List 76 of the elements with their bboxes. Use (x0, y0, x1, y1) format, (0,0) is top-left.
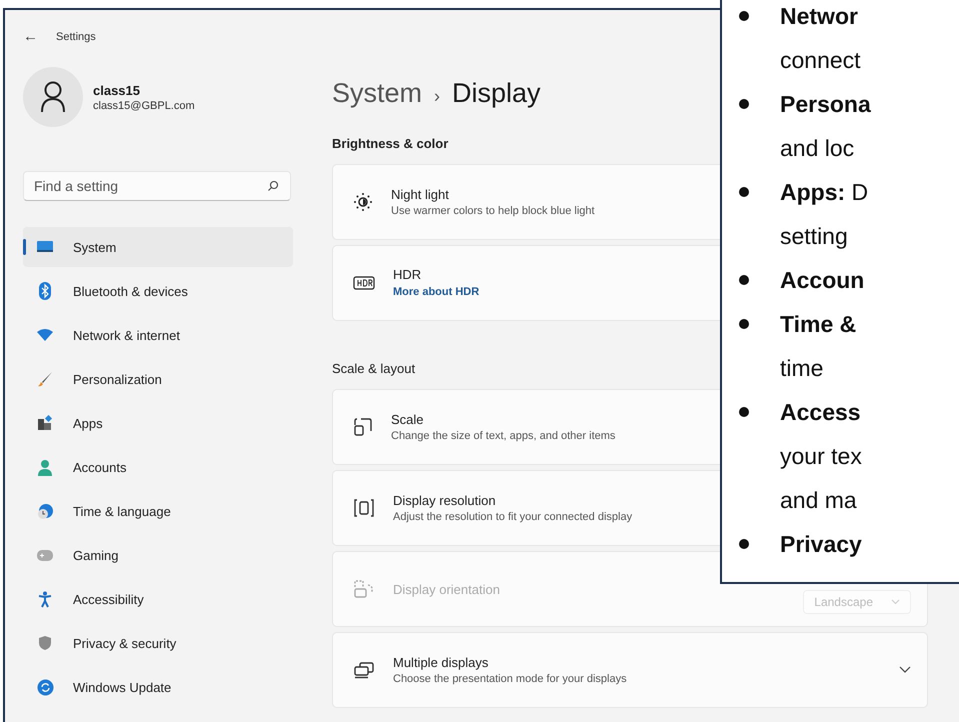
note-text: your tex (780, 442, 863, 471)
sidebar-item[interactable]: Network & internet (23, 315, 293, 355)
bullet-icon (739, 275, 749, 285)
setting-card[interactable]: Scale Change the size of text, apps, and other items (332, 389, 720, 465)
setting-description: Adjust the resolution to fit your connected display (393, 511, 632, 523)
setting-card[interactable]: HDR More about HDR (332, 245, 720, 321)
more-link[interactable]: More about HDR (393, 286, 480, 298)
accessibility-icon (38, 590, 52, 608)
brightness-icon (353, 192, 373, 212)
note-text: Apps: D (780, 178, 870, 207)
bullet-icon (739, 319, 749, 329)
bullet-icon (739, 11, 749, 21)
setting-card[interactable]: Multiple displays Choose the presentation mode for your displays (332, 632, 928, 708)
scale-icon (353, 417, 373, 437)
search-icon (267, 180, 279, 192)
note-text: Time & (780, 310, 858, 339)
sidebar-item[interactable]: Personalization (23, 359, 293, 399)
setting-description: Choose the presentation mode for your displays (393, 673, 627, 685)
wifi-icon (36, 328, 54, 342)
back-arrow[interactable]: ← (23, 28, 38, 45)
bluetooth-icon (38, 282, 52, 300)
bullet-icon (739, 407, 749, 417)
setting-title: Multiple displays (393, 655, 488, 670)
shield-icon (38, 635, 52, 651)
setting-card[interactable]: Night light Use warmer colors to help block blue light (332, 164, 720, 240)
note-text: Accoun (780, 266, 866, 295)
sidebar-item[interactable]: Apps (23, 403, 293, 443)
chevron-down-icon[interactable] (899, 666, 911, 674)
section-heading: Brightness & color (332, 136, 448, 151)
note-text: connect (780, 46, 862, 75)
setting-title: HDR (393, 266, 422, 282)
section-heading: Scale & layout (332, 361, 416, 376)
window-title: Settings (56, 30, 96, 42)
sidebar-item[interactable]: Bluetooth & devices (23, 271, 293, 311)
note-text: setting (780, 222, 849, 251)
setting-title: Display orientation (393, 582, 500, 596)
apps-icon (37, 415, 53, 431)
sidebar-item[interactable]: Time & language (23, 491, 293, 531)
gamepad-icon (36, 548, 54, 562)
bullet-icon (739, 99, 749, 109)
sidebar-item[interactable]: System (23, 227, 293, 267)
update-icon (36, 678, 54, 696)
bullet-icon (739, 539, 749, 549)
setting-title: Scale (391, 412, 424, 427)
bullet-icon (739, 187, 749, 197)
sidebar-item[interactable]: Accounts (23, 447, 293, 487)
account-email: class15@GBPL.com (93, 100, 195, 112)
breadcrumb-separator: › (434, 86, 440, 107)
sidebar-item[interactable]: Accessibility (23, 579, 293, 619)
chevron-down-icon (891, 599, 900, 605)
note-text: Privacy (780, 530, 863, 559)
search-field[interactable]: Find a setting (23, 171, 291, 201)
hdr-icon (353, 276, 375, 290)
setting-card[interactable]: Display resolution Adjust the resolution to fit your connected display (332, 470, 720, 546)
note-text: and ma (780, 486, 858, 515)
sidebar-item[interactable]: Windows Update (23, 667, 293, 707)
account-name: class15 (93, 82, 141, 98)
note-text: time (780, 354, 824, 383)
note-text: Networ (780, 2, 859, 31)
orientation-icon (353, 579, 375, 599)
globe-clock-icon (36, 502, 54, 520)
setting-description: Use warmer colors to help block blue light (391, 205, 595, 217)
multiple-displays-icon (353, 661, 375, 679)
setting-title: Night light (391, 187, 449, 202)
setting-description: Change the size of text, apps, and other items (391, 430, 616, 442)
page-title: Display (452, 78, 541, 109)
monitor-icon (36, 240, 54, 254)
sidebar-item[interactable]: Gaming (23, 535, 293, 575)
note-text: Persona (780, 90, 872, 119)
setting-title: Display resolution (393, 493, 496, 508)
resolution-icon (353, 499, 375, 517)
note-text: Access (780, 398, 862, 427)
note-text: and loc (780, 134, 856, 163)
person-icon (37, 458, 53, 476)
breadcrumb-parent[interactable]: System (332, 78, 422, 109)
sidebar-item[interactable]: Privacy & security (23, 623, 293, 663)
